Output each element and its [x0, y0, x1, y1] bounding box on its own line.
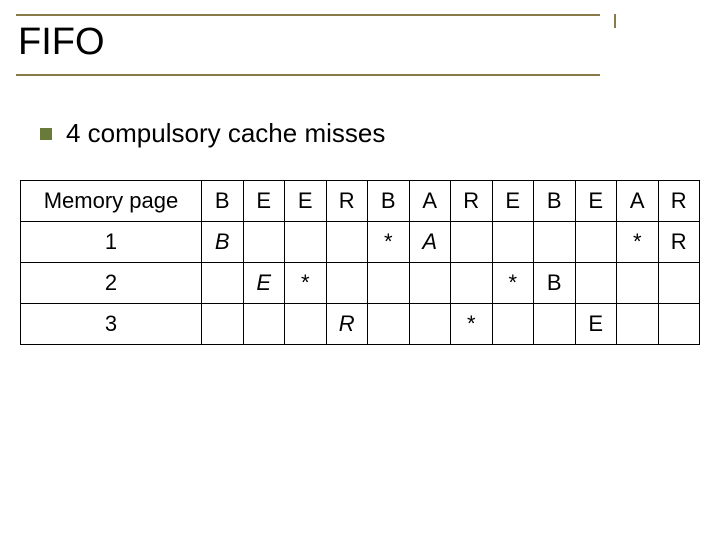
col-header: R [326, 181, 368, 222]
cell: * [368, 222, 410, 263]
cell: B [534, 263, 576, 304]
cell [409, 304, 451, 345]
fifo-table: Memory pageBEERBAREBEAR1B*A*R2E**B3R*E [20, 180, 700, 345]
cell [451, 263, 493, 304]
col-header: R [658, 181, 700, 222]
cell [534, 304, 576, 345]
cell [658, 263, 700, 304]
col-header: B [202, 181, 244, 222]
cell [492, 222, 534, 263]
cell: B [202, 222, 244, 263]
col-header: B [368, 181, 410, 222]
cell [202, 304, 244, 345]
slide-title: FIFO [16, 14, 600, 76]
bullet-text: 4 compulsory cache misses [66, 118, 385, 149]
col-header: A [617, 181, 659, 222]
title-block: FIFO [16, 14, 610, 76]
title-tick [614, 14, 616, 28]
cell [575, 263, 617, 304]
bullet-row: 4 compulsory cache misses [40, 118, 385, 149]
col-header: E [575, 181, 617, 222]
cell: R [658, 222, 700, 263]
cell [243, 222, 285, 263]
cell [409, 263, 451, 304]
col-header: E [243, 181, 285, 222]
cell: A [409, 222, 451, 263]
cell [534, 222, 576, 263]
cell: E [243, 263, 285, 304]
cell [368, 304, 410, 345]
cell: * [451, 304, 493, 345]
cell [492, 304, 534, 345]
table-wrap: Memory pageBEERBAREBEAR1B*A*R2E**B3R*E [20, 180, 700, 345]
col-header: R [451, 181, 493, 222]
slide: FIFO 4 compulsory cache misses Memory pa… [0, 0, 720, 540]
cell [202, 263, 244, 304]
col-header: E [285, 181, 327, 222]
row-label: 2 [21, 263, 202, 304]
cell [326, 263, 368, 304]
row-header-label: Memory page [21, 181, 202, 222]
row-label: 1 [21, 222, 202, 263]
cell: * [617, 222, 659, 263]
row-label: 3 [21, 304, 202, 345]
col-header: A [409, 181, 451, 222]
cell [285, 222, 327, 263]
col-header: B [534, 181, 576, 222]
cell: * [285, 263, 327, 304]
cell [575, 222, 617, 263]
bullet-icon [40, 128, 52, 140]
cell [326, 222, 368, 263]
cell [243, 304, 285, 345]
cell [617, 263, 659, 304]
cell [658, 304, 700, 345]
cell: E [575, 304, 617, 345]
cell: * [492, 263, 534, 304]
cell [285, 304, 327, 345]
cell [368, 263, 410, 304]
col-header: E [492, 181, 534, 222]
cell [451, 222, 493, 263]
cell: R [326, 304, 368, 345]
cell [617, 304, 659, 345]
